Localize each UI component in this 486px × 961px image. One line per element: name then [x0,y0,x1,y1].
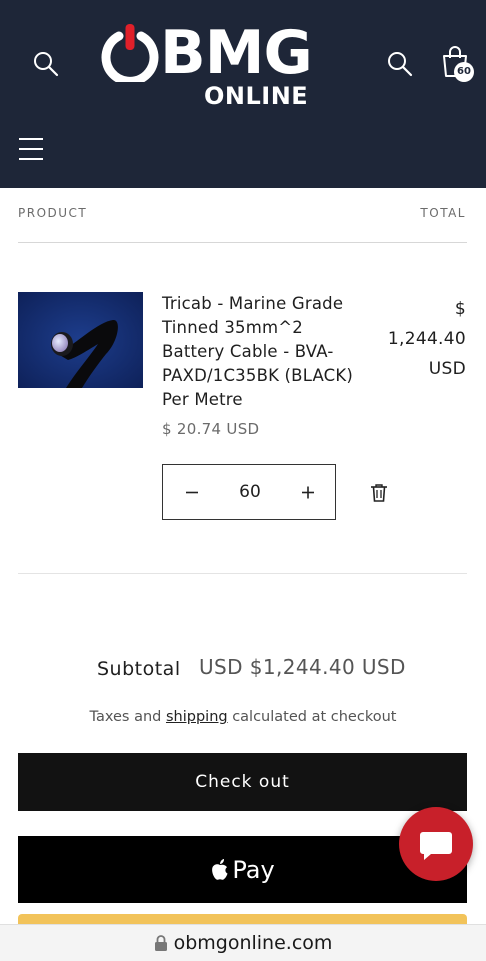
tax-note: Taxes and shipping calculated at checkou… [0,709,486,725]
subtotal-label: Subtotal [97,658,181,680]
search-icon[interactable] [32,50,60,78]
product-name[interactable]: Tricab - Marine Grade Tinned 35mm^2 Batt… [162,292,362,412]
chat-button[interactable] [399,807,473,881]
unit-price: $ 20.74 USD [162,420,260,438]
divider [18,242,467,243]
search-icon[interactable] [386,50,414,78]
quantity-input[interactable]: 60 [221,465,279,519]
tax-note-text: Taxes and [89,709,166,725]
lock-icon [154,935,167,951]
shipping-link[interactable]: shipping [166,709,228,725]
site-header: BMG ONLINE 60 [0,0,486,188]
menu-icon[interactable] [18,136,44,162]
logo-text: BMG [160,18,313,88]
column-header-product: PRODUCT [18,206,88,220]
subtotal-value: USD $1,244.40 USD [199,655,406,679]
line-total-code: USD [428,359,466,379]
line-total: $ 1,244.40 USD [370,294,466,384]
decrease-quantity-button[interactable] [163,465,221,521]
increase-quantity-button[interactable] [279,465,337,521]
product-image[interactable] [18,292,143,388]
tax-note-text-end: calculated at checkout [227,709,397,725]
line-total-amount: 1,244.40 [387,329,466,349]
logo-subtext: ONLINE [204,82,309,110]
chat-bubble-icon [420,832,452,860]
quantity-stepper: 60 [162,464,336,520]
apple-pay-label: Pay [232,855,275,884]
url-text: obmgonline.com [173,932,333,954]
browser-url-bar[interactable]: obmgonline.com [0,924,486,961]
apple-logo-icon [212,858,228,880]
site-logo[interactable]: BMG ONLINE [98,14,313,110]
divider [18,573,467,574]
trash-icon[interactable] [370,483,388,503]
column-header-total: TOTAL [420,206,466,220]
line-total-currency: $ [454,299,466,319]
checkout-button[interactable]: Check out [18,753,467,811]
power-logo-icon [101,24,159,82]
cart-count-badge: 60 [454,62,474,82]
